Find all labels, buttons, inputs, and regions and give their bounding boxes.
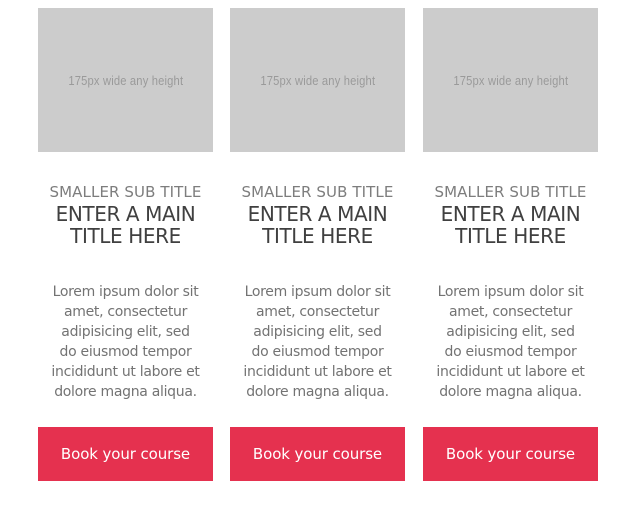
email-template-page: 175px wide any height SMALLER SUB TITLE … — [0, 0, 628, 520]
card-title-line: ENTER A MAIN — [440, 202, 581, 226]
body-line: adipisicing elit, sed — [446, 324, 575, 340]
image-placeholder: 175px wide any height — [230, 8, 405, 152]
body-line: do eiusmod tempor — [59, 344, 192, 360]
book-course-button[interactable]: Book your course — [423, 427, 598, 481]
image-placeholder-label: 175px wide any height — [68, 72, 183, 88]
body-line: amet, consectetur — [63, 304, 188, 320]
body-line: Lorem ipsum dolor sit — [244, 284, 391, 300]
card-title-line: TITLE HERE — [70, 224, 181, 248]
card-title-line: ENTER A MAIN — [55, 202, 196, 226]
card-body-text: Lorem ipsum dolor sit amet, consectetur … — [38, 282, 213, 402]
image-placeholder-label: 175px wide any height — [260, 72, 375, 88]
image-placeholder-label: 175px wide any height — [453, 72, 568, 88]
card-subtitle: SMALLER SUB TITLE — [241, 183, 394, 201]
body-line: adipisicing elit, sed — [253, 324, 382, 340]
course-card: 175px wide any height SMALLER SUB TITLE … — [423, 8, 598, 481]
body-line: do eiusmod tempor — [251, 344, 384, 360]
card-body-text: Lorem ipsum dolor sit amet, consectetur … — [423, 282, 598, 402]
card-subtitle: SMALLER SUB TITLE — [434, 183, 587, 201]
card-body-text: Lorem ipsum dolor sit amet, consectetur … — [230, 282, 405, 402]
body-line: dolore magna aliqua. — [54, 384, 197, 400]
course-card: 175px wide any height SMALLER SUB TITLE … — [38, 8, 213, 481]
card-title-line: TITLE HERE — [455, 224, 566, 248]
body-line: Lorem ipsum dolor sit — [437, 284, 584, 300]
body-line: amet, consectetur — [255, 304, 380, 320]
image-placeholder: 175px wide any height — [38, 8, 213, 152]
card-title-line: TITLE HERE — [262, 224, 373, 248]
card-title: ENTER A MAIN TITLE HERE — [423, 203, 598, 247]
card-title: ENTER A MAIN TITLE HERE — [38, 203, 213, 247]
card-title-line: ENTER A MAIN — [247, 202, 388, 226]
image-placeholder: 175px wide any height — [423, 8, 598, 152]
body-line: incididunt ut labore et — [436, 364, 585, 380]
body-line: amet, consectetur — [448, 304, 573, 320]
body-line: incididunt ut labore et — [243, 364, 392, 380]
course-card: 175px wide any height SMALLER SUB TITLE … — [230, 8, 405, 481]
body-line: incididunt ut labore et — [51, 364, 200, 380]
body-line: do eiusmod tempor — [444, 344, 577, 360]
book-course-button[interactable]: Book your course — [230, 427, 405, 481]
body-line: dolore magna aliqua. — [246, 384, 389, 400]
body-line: adipisicing elit, sed — [61, 324, 190, 340]
body-line: dolore magna aliqua. — [439, 384, 582, 400]
book-course-button[interactable]: Book your course — [38, 427, 213, 481]
body-line: Lorem ipsum dolor sit — [52, 284, 199, 300]
card-subtitle: SMALLER SUB TITLE — [49, 183, 202, 201]
card-title: ENTER A MAIN TITLE HERE — [230, 203, 405, 247]
